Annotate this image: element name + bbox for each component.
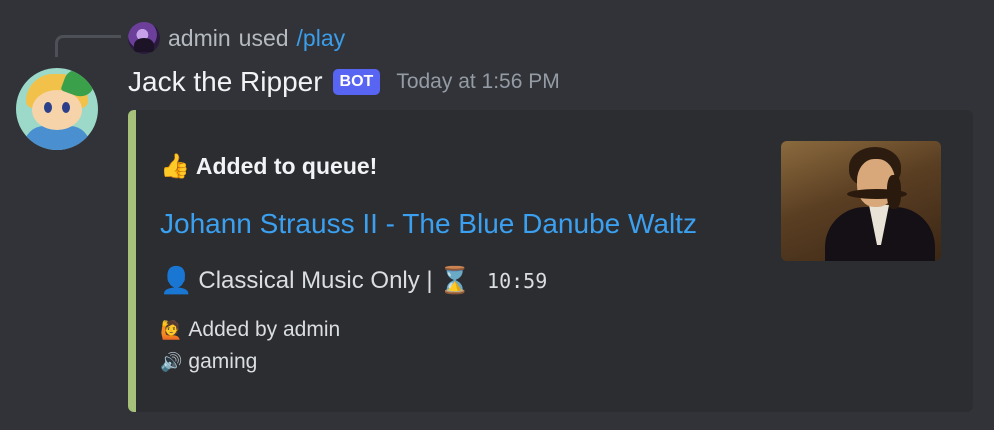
- author-name[interactable]: Jack the Ripper: [128, 66, 323, 98]
- raising-hand-icon: 🙋: [160, 319, 183, 340]
- song-thumbnail[interactable]: [781, 141, 941, 261]
- message-header: Jack the Ripper BOT Today at 1:56 PM: [128, 66, 560, 98]
- reply-connector: [55, 35, 121, 57]
- song-info-row: 👤 Classical Music Only | ⌛ 10:59: [160, 265, 547, 296]
- command-usage-row: admin used /play: [128, 22, 345, 54]
- thumbs-up-icon: 👍: [160, 153, 190, 180]
- embed-title-text: Added to queue!: [195, 153, 378, 179]
- command-used-text: used: [238, 24, 289, 51]
- speaker-icon: 🔊: [160, 351, 183, 372]
- added-by-row: 🙋 Added by admin: [160, 318, 340, 342]
- added-by-text: Added by admin: [188, 318, 341, 341]
- embed-title: 👍 Added to queue!: [160, 152, 377, 181]
- command-name-link[interactable]: /play: [297, 25, 346, 52]
- hourglass-icon: ⌛: [438, 265, 472, 295]
- queue-embed: 👍 Added to queue! Johann Strauss II - Th…: [128, 110, 973, 412]
- song-title-link[interactable]: Johann Strauss II - The Blue Danube Walt…: [160, 208, 697, 240]
- voice-channel-name: gaming: [188, 350, 258, 373]
- command-user-avatar[interactable]: [128, 22, 160, 54]
- person-icon: 👤: [160, 265, 193, 295]
- author-avatar[interactable]: [16, 68, 98, 150]
- bot-badge: BOT: [332, 69, 381, 95]
- song-duration: 10:59: [487, 268, 548, 293]
- voice-channel-row: 🔊 gaming: [160, 350, 257, 374]
- channel-name: Classical Music Only |: [198, 266, 433, 294]
- command-username[interactable]: admin: [168, 25, 231, 52]
- message-timestamp[interactable]: Today at 1:56 PM: [396, 70, 559, 94]
